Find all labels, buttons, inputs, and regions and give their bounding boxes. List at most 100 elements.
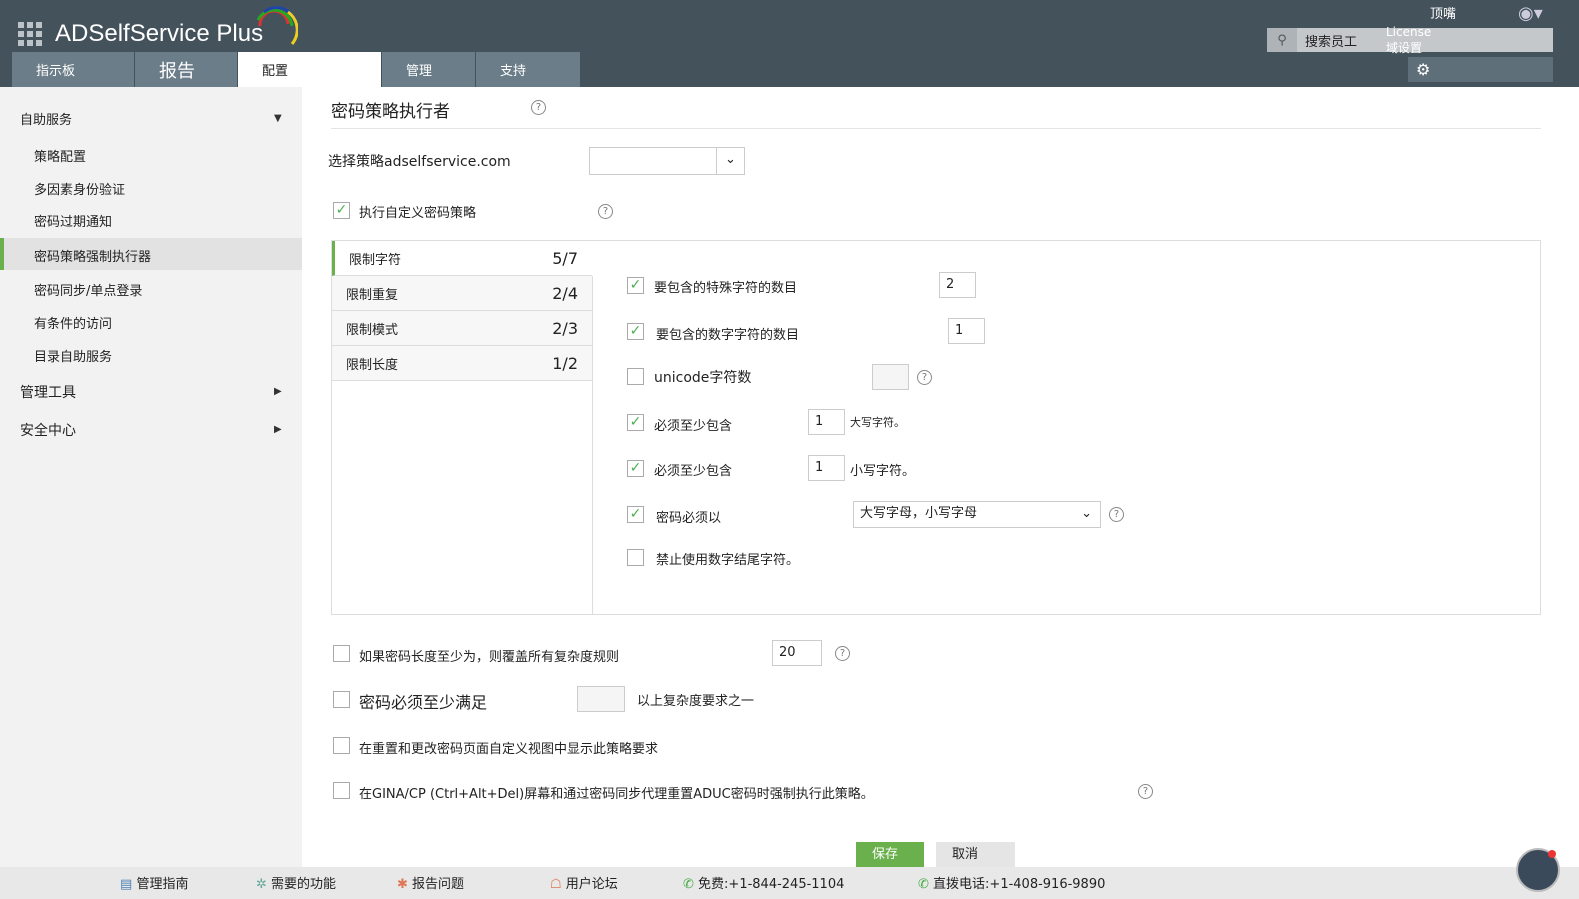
sidebar-item-password-sync[interactable]: 密码同步/单点登录 (34, 280, 142, 299)
search-icon[interactable]: ⚲ (1267, 28, 1297, 52)
uppercase-input[interactable]: 1 (808, 409, 845, 435)
help-icon[interactable]: ? (917, 370, 932, 385)
chevron-down-icon: ⌄ (716, 148, 744, 174)
special-chars-checkbox[interactable]: ✓ (627, 277, 644, 294)
override-length-input[interactable]: 20 (772, 640, 822, 666)
license-link[interactable]: License (1386, 24, 1431, 40)
show-policy-checkbox[interactable] (333, 737, 350, 754)
divider (331, 128, 1541, 129)
uppercase-checkbox[interactable]: ✓ (627, 414, 644, 431)
sidebar-section-admin-tools[interactable]: 管理工具 (20, 382, 76, 402)
numeric-chars-checkbox[interactable]: ✓ (627, 323, 644, 340)
lowercase-suffix: 小写字符。 (850, 464, 916, 479)
uppercase-suffix: 大写字符。 (850, 416, 905, 429)
sidebar-item-conditional-access[interactable]: 有条件的访问 (34, 313, 112, 332)
sidebar-item-expiry-notification[interactable]: 密码过期通知 (34, 211, 112, 230)
footer-user-forum[interactable]: ☖ 用户论坛 (550, 873, 618, 892)
gina-label: 在GINA/CP (Ctrl+Alt+Del)屏幕和通过密码同步代理重置ADUC… (359, 787, 874, 802)
domain-settings-link[interactable]: 域设置 (1386, 40, 1431, 56)
policy-select[interactable]: ⌄ (589, 147, 745, 175)
no-numeric-end-checkbox[interactable] (627, 549, 644, 566)
rule-tab-label: 限制重复 (346, 287, 399, 303)
lowercase-input[interactable]: 1 (808, 455, 845, 481)
caret-down-icon[interactable]: ▼ (274, 113, 282, 124)
tab-configuration[interactable]: 配置 (238, 52, 382, 87)
footer-report-issue[interactable]: ✱ 报告问题 (397, 873, 464, 892)
unicode-checkbox[interactable] (627, 368, 644, 385)
sidebar-item-policy-config[interactable]: 策略配置 (34, 146, 86, 165)
search-input[interactable]: 搜索员工 (1305, 31, 1357, 50)
enforce-custom-label: 执行自定义密码策略 (359, 206, 477, 221)
page-title: 密码策略执行者 (331, 102, 450, 122)
sidebar-section-self-service[interactable]: 自助服务 (20, 109, 72, 128)
enforce-custom-checkbox[interactable]: ✓ (333, 202, 350, 219)
app-grid-icon[interactable] (18, 22, 42, 46)
license-links: License 域设置 (1386, 24, 1431, 56)
tab-support[interactable]: 支持 (476, 52, 581, 87)
special-chars-input[interactable]: 2 (939, 272, 976, 298)
no-numeric-end-label: 禁止使用数字结尾字符。 (656, 553, 800, 568)
chat-bot-icon[interactable] (1516, 848, 1560, 892)
logo-icon (256, 6, 298, 45)
help-icon[interactable]: ? (1109, 507, 1124, 522)
notification-dot (1548, 850, 1556, 858)
min-meet-checkbox[interactable] (333, 691, 350, 708)
top-label[interactable]: 顶嘴 (1430, 3, 1456, 22)
unicode-label: unicode字符数 (654, 370, 752, 386)
gina-checkbox[interactable] (333, 782, 350, 799)
tab-reports[interactable]: 报告 (135, 52, 238, 87)
caret-right-icon[interactable]: ▶ (274, 386, 282, 397)
gear-icon[interactable]: ⚙ (1408, 57, 1553, 82)
min-meet-input[interactable] (577, 686, 625, 712)
top-bar: ADSelfService Plus 指示板 报告 配置 管理 支持 顶嘴 ◉▾… (0, 0, 1579, 87)
sidebar-item-directory-self-service[interactable]: 目录自助服务 (34, 346, 112, 365)
footer-feature-request[interactable]: ✲ 需要的功能 (256, 873, 336, 892)
select-policy-label: 选择策略adselfservice.com (328, 154, 511, 170)
user-avatar-icon[interactable]: ◉▾ (1518, 3, 1543, 24)
sidebar-section-security-center[interactable]: 安全中心 (20, 420, 76, 440)
uppercase-label: 必须至少包含 (654, 419, 733, 434)
start-with-select[interactable]: 大写字母，小写字母 ⌄ (853, 501, 1101, 528)
footer: ▤ 管理指南 ✲ 需要的功能 ✱ 报告问题 ☖ 用户论坛 ✆ 免费:+1-844… (0, 867, 1579, 899)
caret-right-icon[interactable]: ▶ (274, 424, 282, 435)
brand-name: ADSelfService Plus (55, 20, 264, 47)
rule-tab-restrict-length[interactable]: 限制长度 1/2 (332, 346, 592, 381)
rule-tab-restrict-pattern[interactable]: 限制模式 2/3 (332, 311, 592, 346)
help-icon[interactable]: ? (531, 100, 546, 115)
override-label: 如果密码长度至少为，则覆盖所有复杂度规则 (359, 650, 620, 665)
footer-label: 需要的功能 (271, 877, 337, 892)
help-icon[interactable]: ? (598, 204, 613, 219)
rule-tab-restrict-repeat[interactable]: 限制重复 2/4 (332, 276, 592, 311)
footer-toll-free[interactable]: ✆ 免费:+1-844-245-1104 (683, 873, 844, 892)
rule-tab-count: 5/7 (552, 248, 578, 268)
lowercase-checkbox[interactable]: ✓ (627, 460, 644, 477)
forum-icon: ☖ (550, 877, 562, 892)
min-meet-label: 密码必须至少满足 (359, 693, 488, 712)
start-with-value: 大写字母，小写字母 (860, 506, 978, 521)
override-checkbox[interactable] (333, 645, 350, 662)
rule-tab-label: 限制长度 (346, 357, 399, 373)
sidebar-item-mfa[interactable]: 多因素身份验证 (34, 179, 125, 198)
help-icon[interactable]: ? (1138, 784, 1153, 799)
cancel-button[interactable]: 取消 (936, 842, 1015, 868)
phone-icon: ✆ (683, 877, 694, 892)
help-icon[interactable]: ? (835, 646, 850, 661)
numeric-chars-input[interactable]: 1 (948, 318, 985, 344)
save-button[interactable]: 保存 (856, 842, 924, 868)
tab-dashboard[interactable]: 指示板 (12, 52, 135, 87)
footer-label: 报告问题 (412, 877, 465, 892)
sidebar (0, 87, 302, 867)
rule-tab-restrict-chars[interactable]: 限制字符 5/7 (332, 241, 592, 276)
sidebar-item-password-policy-enforcer[interactable]: 密码策略强制执行器 (34, 246, 151, 265)
footer-label: 管理指南 (136, 877, 189, 892)
footer-admin-guide[interactable]: ▤ 管理指南 (120, 873, 188, 892)
tab-admin[interactable]: 管理 (382, 52, 476, 87)
footer-direct-phone[interactable]: ✆ 直拨电话:+1-408-916-9890 (918, 873, 1105, 892)
rule-tab-label: 限制字符 (349, 252, 402, 268)
unicode-input[interactable] (872, 364, 909, 390)
footer-label: 免费:+1-844-245-1104 (698, 877, 845, 892)
special-chars-label: 要包含的特殊字符的数目 (654, 281, 798, 296)
start-with-checkbox[interactable]: ✓ (627, 506, 644, 523)
lowercase-label: 必须至少包含 (654, 464, 733, 479)
footer-label: 用户论坛 (565, 877, 618, 892)
